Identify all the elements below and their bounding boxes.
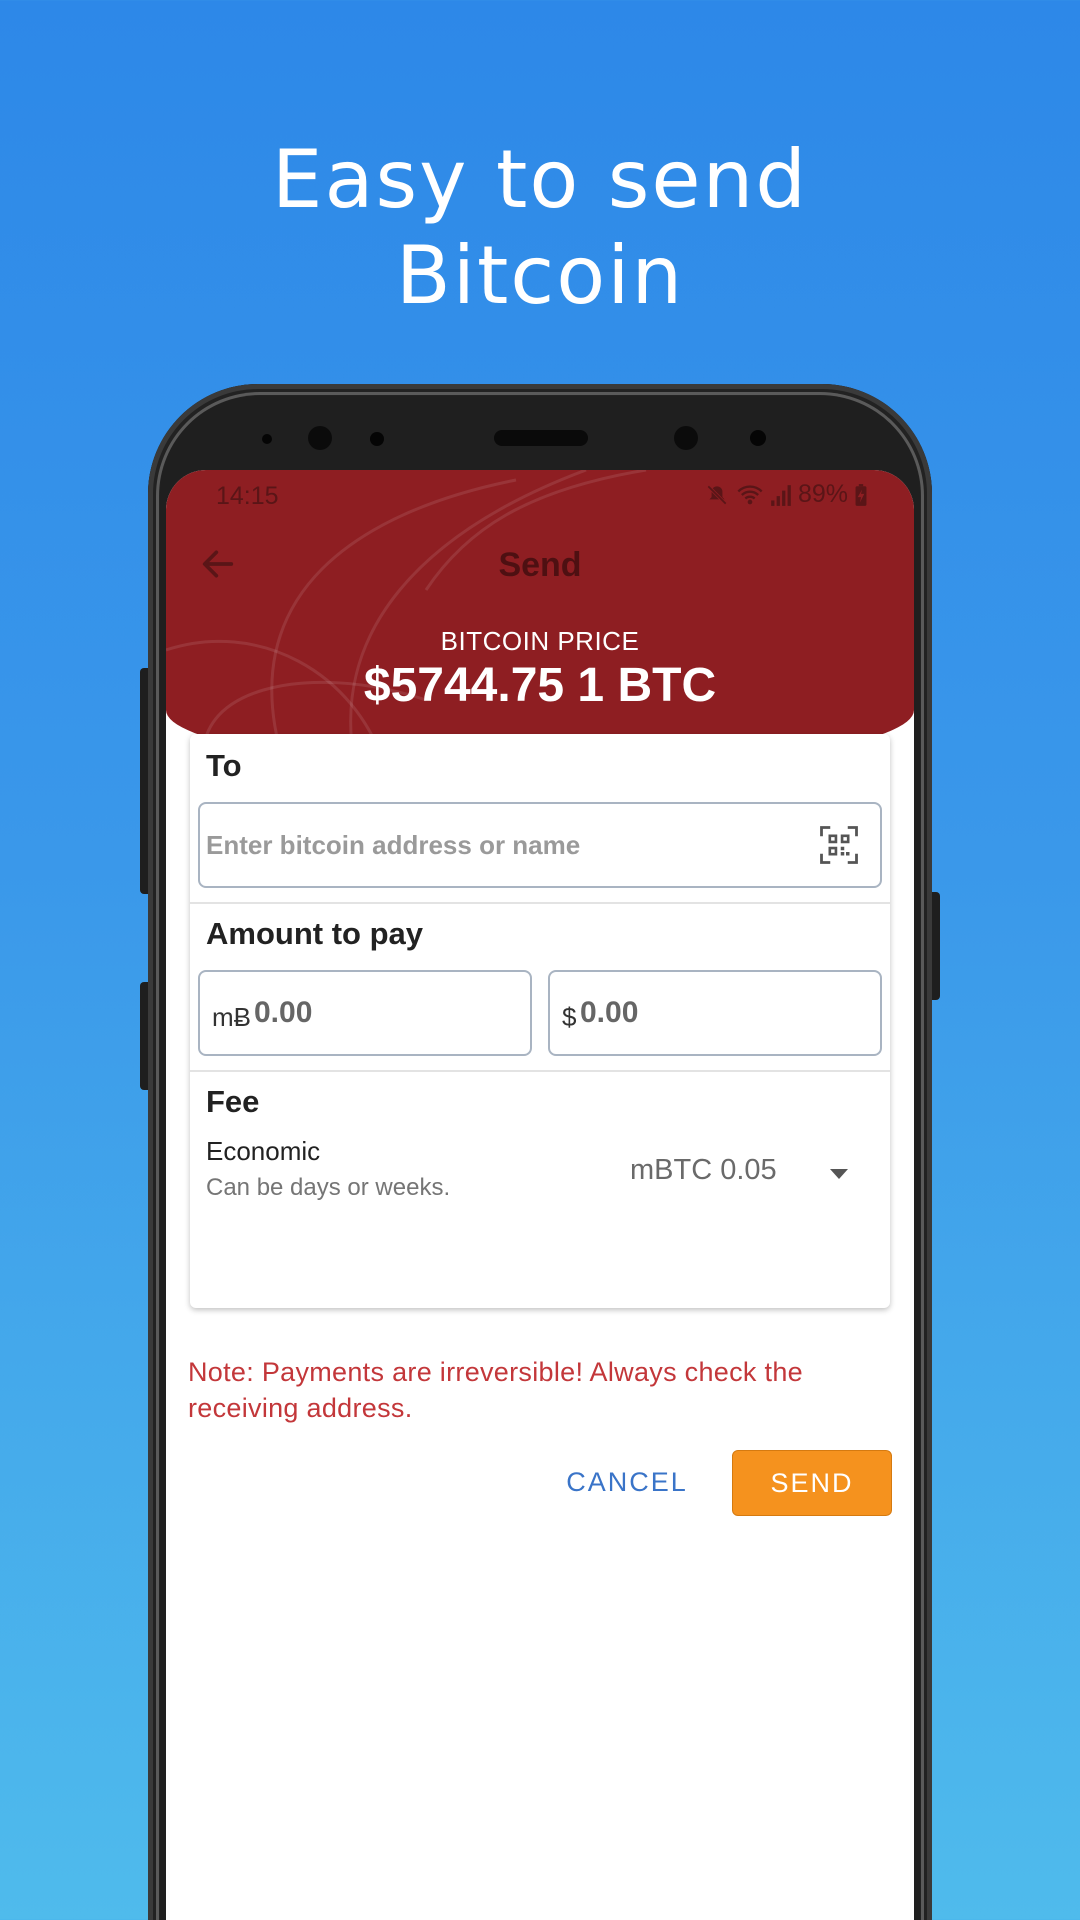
earpiece-speaker — [494, 430, 588, 446]
mute-icon — [707, 484, 727, 505]
address-field[interactable] — [198, 802, 882, 888]
status-icons: 89% — [704, 480, 868, 509]
send-button[interactable]: SEND — [732, 1450, 892, 1516]
usd-unit-prefix: $ — [562, 1002, 577, 1032]
fee-type: Economic — [206, 1136, 321, 1166]
sensor-dot — [750, 430, 766, 446]
send-form-card: To Enter bitcoin address or name Amount … — [190, 734, 890, 1308]
address-input[interactable] — [206, 804, 750, 886]
btc-amount-field[interactable]: mɃ 0.00 — [198, 970, 532, 1056]
amount-label: Amount to pay — [206, 916, 423, 951]
usd-amount-field[interactable]: $ 0.00 — [548, 970, 882, 1056]
qr-code-scan-icon[interactable] — [818, 824, 860, 866]
fee-selected-value: mBTC 0.05 — [630, 1154, 777, 1186]
bitcoin-price-label: BITCOIN PRICE — [440, 626, 640, 656]
headline-line-1: Easy to send — [271, 133, 809, 226]
usd-amount-value[interactable]: 0.00 — [580, 996, 638, 1030]
battery-charging-icon — [855, 483, 867, 506]
signal-icon — [771, 484, 791, 506]
btc-amount-value[interactable]: 0.00 — [254, 996, 312, 1030]
status-bar: 14:15 89% — [166, 470, 914, 520]
status-time: 14:15 — [216, 482, 279, 510]
wifi-icon — [737, 484, 763, 504]
app-header: 14:15 89% Send BITCOIN PRICE $5744.75 1 … — [166, 470, 914, 770]
bitcoin-price-value: $5744.75 1 BTC — [363, 659, 717, 712]
divider — [190, 902, 890, 904]
divider — [190, 1070, 890, 1072]
fee-dropdown[interactable]: mBTC 0.05 — [630, 1154, 850, 1198]
dropdown-caret-icon — [830, 1169, 848, 1179]
battery-percentage: 89% — [797, 480, 848, 508]
app-screen: 14:15 89% Send BITCOIN PRICE $5744.75 1 … — [166, 470, 914, 1920]
cancel-button[interactable]: CANCEL — [552, 1450, 702, 1514]
page-title: Send — [498, 546, 582, 584]
front-camera — [308, 426, 332, 450]
fee-label: Fee — [206, 1084, 260, 1119]
fee-description: Can be days or weeks. — [206, 1174, 451, 1201]
headline-line-2: Bitcoin — [395, 229, 685, 322]
iris-camera — [674, 426, 698, 450]
promo-headline: Easy to send Bitcoin — [0, 132, 1080, 324]
to-label: To — [206, 748, 242, 783]
sensor-dot — [262, 434, 272, 444]
warning-note: Note: Payments are irreversible! Always … — [188, 1357, 803, 1423]
sensor-dot — [370, 432, 384, 446]
btc-unit-prefix: mɃ — [212, 1002, 251, 1032]
